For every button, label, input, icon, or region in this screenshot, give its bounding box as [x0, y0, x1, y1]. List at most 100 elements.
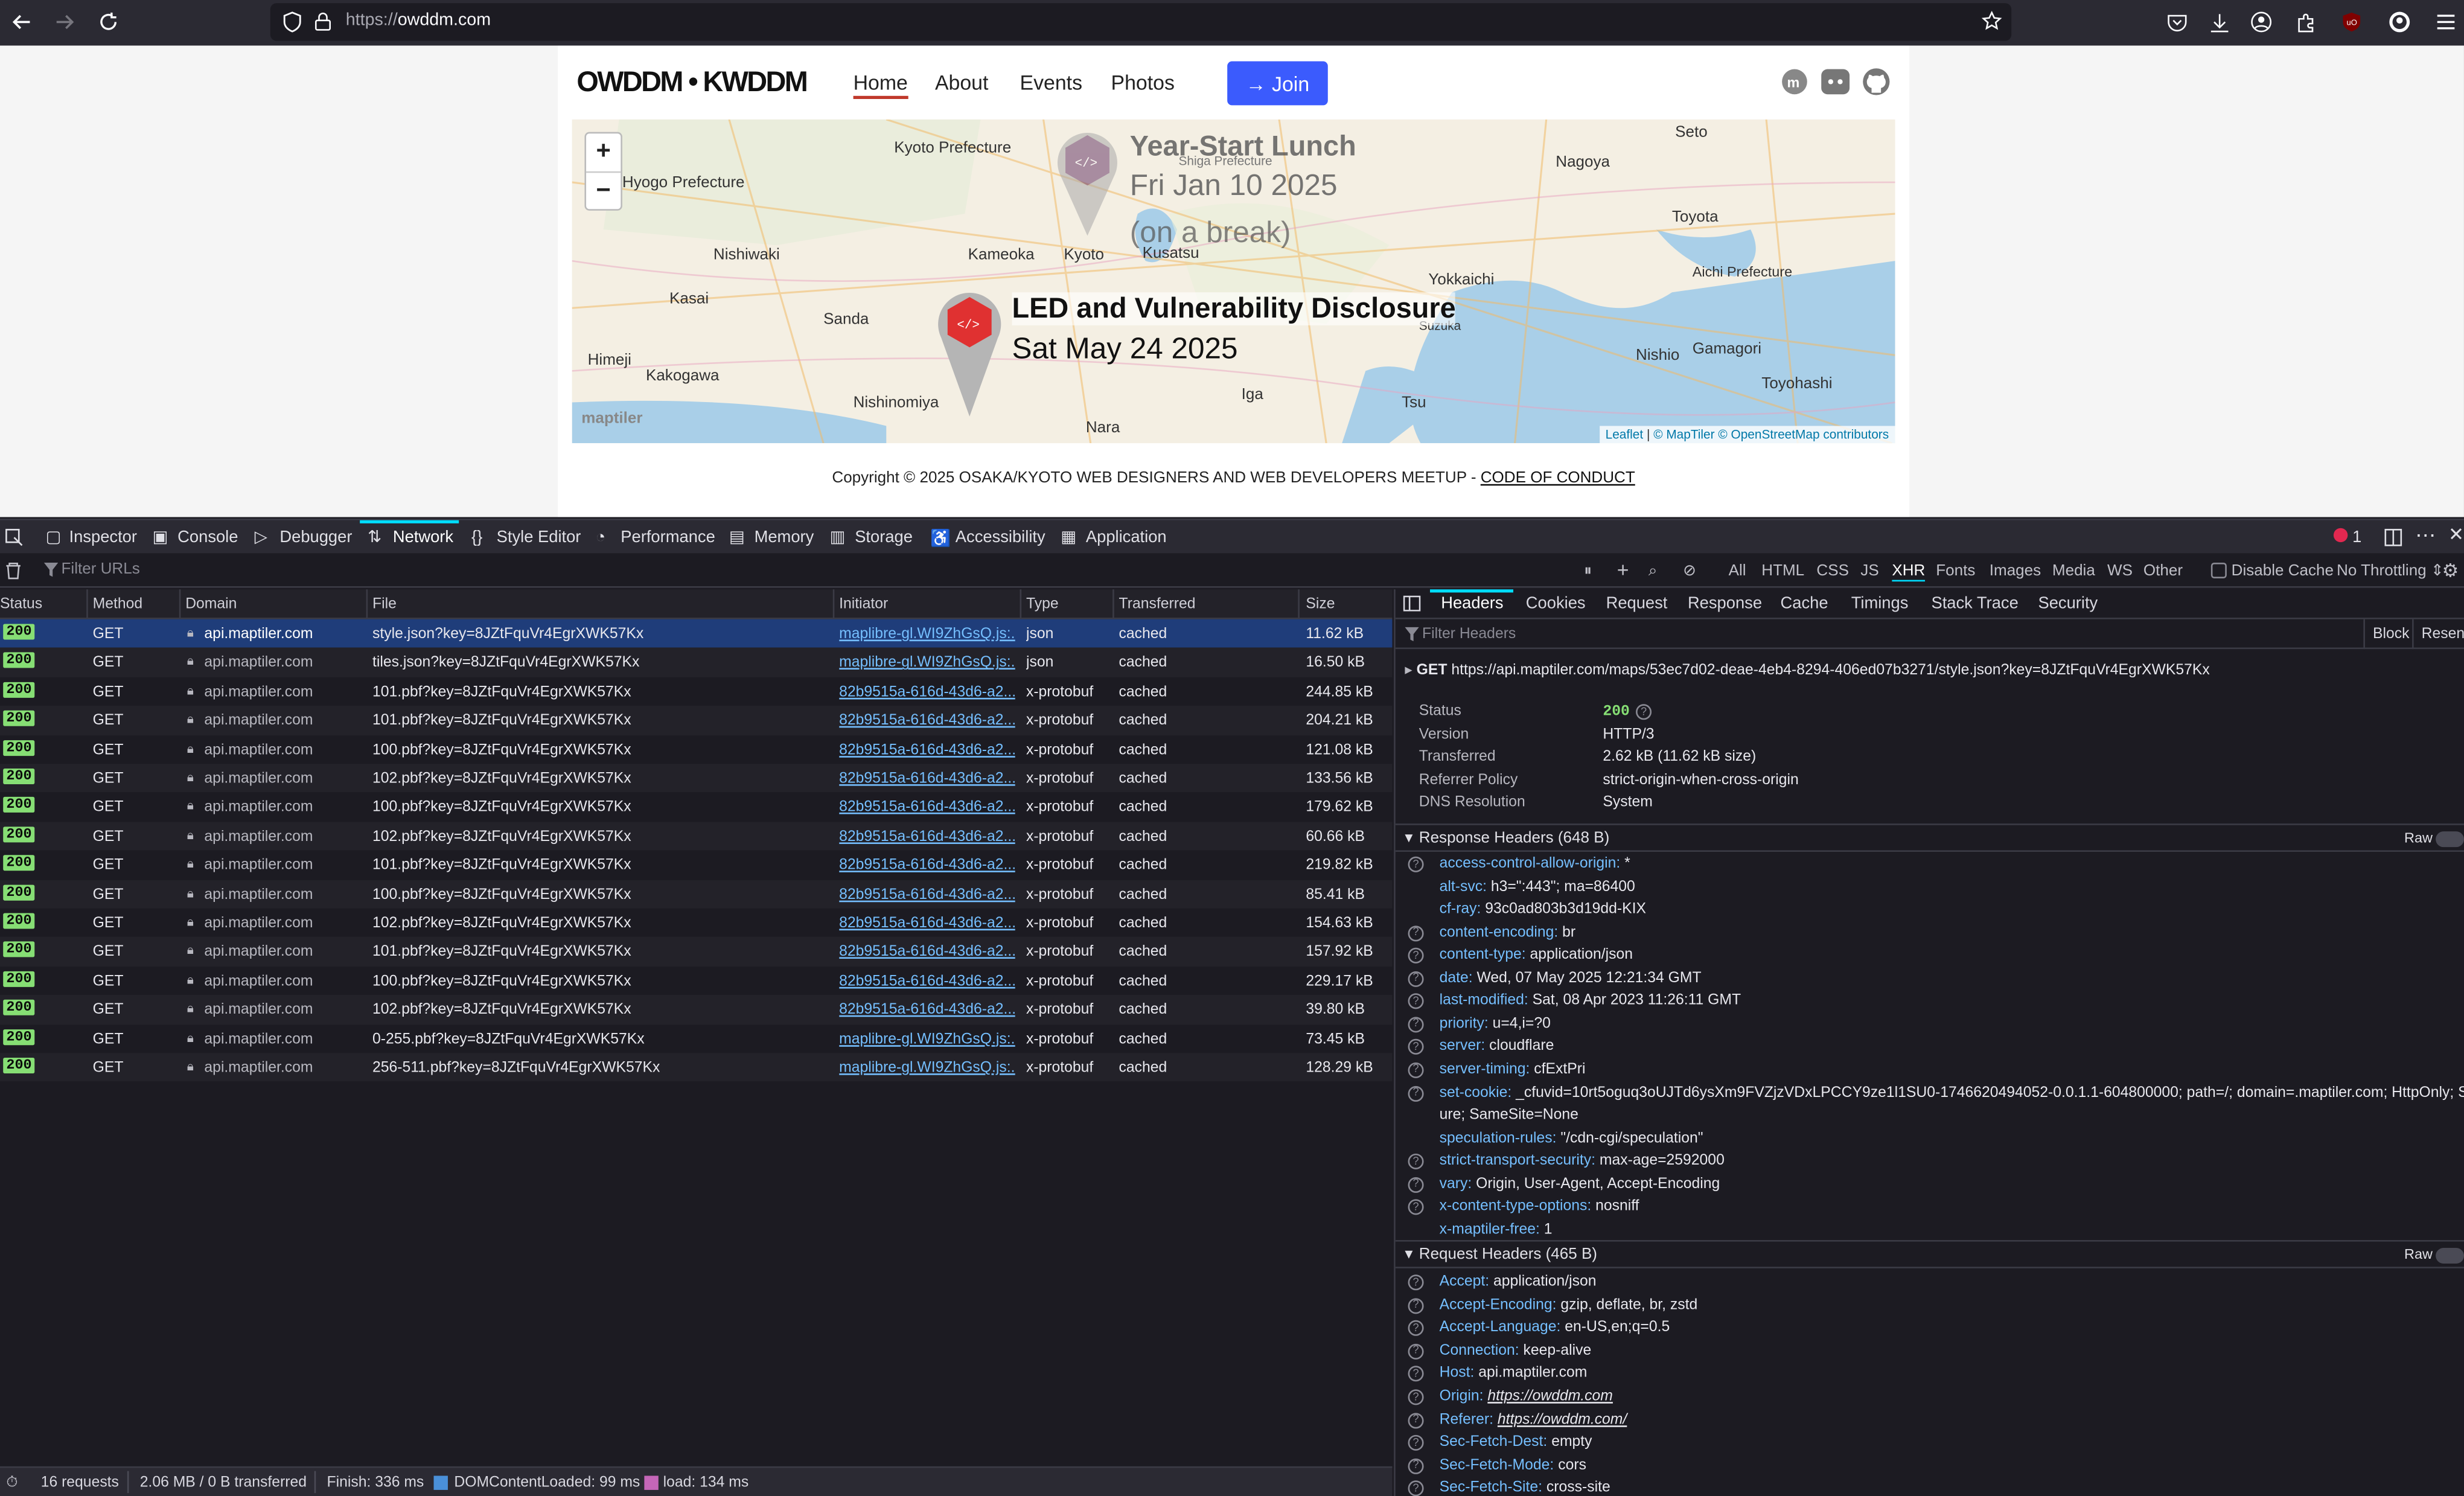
- help-icon[interactable]: ?: [1408, 1343, 1424, 1360]
- tab-console[interactable]: Console: [177, 528, 238, 547]
- help-icon[interactable]: ?: [1408, 1085, 1424, 1101]
- cell-initiator[interactable]: maplibre-gl.WI9ZhGsQ.js:...: [839, 1031, 1015, 1048]
- cell-initiator[interactable]: 82b9515a-616d-43d6-a2...: [839, 828, 1015, 845]
- nav-home[interactable]: Home: [853, 71, 908, 100]
- help-icon[interactable]: ?: [1408, 1320, 1424, 1337]
- cell-initiator[interactable]: maplibre-gl.WI9ZhGsQ.js:...: [839, 625, 1015, 643]
- table-row[interactable]: 200 GET api.maptiler.com 102.pbf?key=8JZtFq…: [0, 821, 1393, 851]
- discord-icon[interactable]: [1820, 66, 1851, 97]
- help-icon[interactable]: ?: [1408, 1297, 1424, 1314]
- table-row[interactable]: 200 GET api.maptiler.com tiles.json?key=8JZ…: [0, 648, 1393, 677]
- header-value[interactable]: https://owddm.com: [1487, 1388, 1613, 1405]
- more-options-icon[interactable]: ⋯: [2415, 523, 2436, 549]
- event-marker-active[interactable]: </>: [937, 287, 1003, 420]
- help-icon[interactable]: ?: [1408, 1435, 1424, 1451]
- maptiler-logo[interactable]: maptiler: [581, 410, 642, 427]
- disable-cache-checkbox[interactable]: [2210, 562, 2227, 579]
- url-text[interactable]: https://owddm.com: [346, 11, 491, 30]
- nav-photos[interactable]: Photos: [1111, 71, 1175, 94]
- throttling-select[interactable]: No Throttling ⇕: [2337, 563, 2444, 580]
- cell-initiator[interactable]: 82b9515a-616d-43d6-a2...: [839, 915, 1015, 932]
- col-domain[interactable]: Domain: [185, 596, 237, 613]
- back-icon[interactable]: [8, 8, 36, 36]
- filter-type-media[interactable]: Media: [2052, 563, 2095, 580]
- search-icon[interactable]: ⌕: [1649, 563, 1658, 580]
- cell-initiator[interactable]: 82b9515a-616d-43d6-a2...: [839, 857, 1015, 874]
- tab-security[interactable]: Security: [2038, 594, 2098, 613]
- help-icon[interactable]: ?: [1408, 1154, 1424, 1170]
- filter-type-all[interactable]: All: [1729, 563, 1746, 580]
- filter-type-xhr[interactable]: XHR: [1892, 563, 1926, 582]
- block-icon[interactable]: ⊘: [1683, 563, 1696, 580]
- cell-initiator[interactable]: 82b9515a-616d-43d6-a2...: [839, 944, 1015, 961]
- profile-icon[interactable]: [2386, 8, 2414, 36]
- filter-type-ws[interactable]: WS: [2107, 563, 2133, 580]
- help-icon[interactable]: ?: [1408, 1016, 1424, 1032]
- table-row[interactable]: 200 GET api.maptiler.com 102.pbf?key=8JZtFq…: [0, 995, 1393, 1025]
- pocket-icon[interactable]: [2162, 8, 2191, 36]
- extensions-icon[interactable]: [2291, 8, 2320, 36]
- help-icon[interactable]: ?: [1408, 1177, 1424, 1193]
- table-row[interactable]: 200 GET api.maptiler.com 101.pbf?key=8JZtFq…: [0, 706, 1393, 735]
- help-icon[interactable]: ?: [1408, 1412, 1424, 1428]
- github-icon[interactable]: [1860, 66, 1892, 97]
- filter-headers-input[interactable]: Filter Headers: [1422, 625, 1516, 643]
- nav-events[interactable]: Events: [1020, 71, 1082, 94]
- error-count[interactable]: 1: [2352, 528, 2361, 547]
- tab-debugger[interactable]: Debugger: [279, 528, 352, 547]
- tab-timings[interactable]: Timings: [1851, 594, 1909, 613]
- filter-type-js[interactable]: JS: [1860, 563, 1878, 580]
- table-row[interactable]: 200 GET api.maptiler.com 0-255.pbf?key=8JZt…: [0, 1024, 1393, 1053]
- col-type[interactable]: Type: [1026, 596, 1059, 613]
- cell-initiator[interactable]: 82b9515a-616d-43d6-a2...: [839, 712, 1015, 730]
- tab-style-editor[interactable]: Style Editor: [497, 528, 581, 547]
- maptiler-link[interactable]: © MapTiler: [1653, 427, 1714, 441]
- table-row[interactable]: 200 GET api.maptiler.com 101.pbf?key=8JZtFq…: [0, 677, 1393, 706]
- col-size[interactable]: Size: [1306, 596, 1335, 613]
- cell-initiator[interactable]: 82b9515a-616d-43d6-a2...: [839, 799, 1015, 816]
- trash-icon[interactable]: [5, 561, 22, 580]
- cell-initiator[interactable]: maplibre-gl.WI9ZhGsQ.js:...: [839, 1060, 1015, 1077]
- help-icon[interactable]: ?: [1408, 925, 1424, 941]
- lock-icon[interactable]: [314, 11, 332, 31]
- help-icon[interactable]: ?: [1408, 1389, 1424, 1405]
- help-icon[interactable]: ?: [1408, 1481, 1424, 1496]
- raw-toggle[interactable]: [2436, 1248, 2464, 1264]
- col-initiator[interactable]: Initiator: [839, 596, 888, 613]
- toggle-panel-icon[interactable]: [1403, 595, 1421, 612]
- filter-type-other[interactable]: Other: [2143, 563, 2183, 580]
- tab-accessibility[interactable]: Accessibility: [956, 528, 1045, 547]
- meetup-icon[interactable]: m: [1779, 66, 1810, 97]
- ublock-icon[interactable]: uO: [2337, 8, 2365, 36]
- tab-inspector[interactable]: Inspector: [69, 528, 137, 547]
- forward-icon[interactable]: [50, 8, 78, 36]
- tab-response[interactable]: Response: [1688, 594, 1762, 613]
- col-status[interactable]: Status: [0, 596, 42, 613]
- filter-type-fonts[interactable]: Fonts: [1936, 563, 1975, 580]
- col-file[interactable]: File: [372, 596, 397, 613]
- tab-performance[interactable]: Performance: [621, 528, 715, 547]
- resend-button[interactable]: Resend: [2422, 625, 2464, 643]
- tab-application[interactable]: Application: [1086, 528, 1167, 547]
- collapse-arrow-icon[interactable]: ▾: [1405, 1246, 1412, 1264]
- dock-icon[interactable]: [2384, 528, 2402, 547]
- leaflet-link[interactable]: Leaflet: [1606, 427, 1644, 441]
- response-headers-section-header[interactable]: ▾ Response Headers (648 B) Raw: [1395, 823, 2464, 852]
- table-row[interactable]: 200 GET api.maptiler.com 101.pbf?key=8JZtFq…: [0, 937, 1393, 967]
- help-icon[interactable]: ?: [1408, 856, 1424, 872]
- help-icon[interactable]: ?: [1408, 948, 1424, 964]
- col-transferred[interactable]: Transferred: [1119, 596, 1196, 613]
- join-button[interactable]: → Join: [1227, 61, 1328, 106]
- close-devtools-icon[interactable]: ✕: [2448, 523, 2464, 545]
- help-icon[interactable]: ?: [1408, 971, 1424, 987]
- request-url[interactable]: https://api.maptiler.com/maps/53ec7d02-d…: [1451, 662, 2209, 679]
- code-of-conduct-link[interactable]: CODE OF CONDUCT: [1481, 470, 1635, 487]
- shield-icon[interactable]: [283, 11, 302, 33]
- help-icon[interactable]: ?: [1408, 1366, 1424, 1383]
- raw-toggle[interactable]: [2436, 831, 2464, 848]
- tab-headers[interactable]: Headers: [1441, 594, 1503, 613]
- filter-urls-input[interactable]: Filter URLs: [62, 561, 140, 578]
- help-icon[interactable]: ?: [1408, 1062, 1424, 1078]
- add-filter-icon[interactable]: +: [1617, 558, 1629, 581]
- collapse-arrow-icon[interactable]: ▾: [1405, 830, 1412, 848]
